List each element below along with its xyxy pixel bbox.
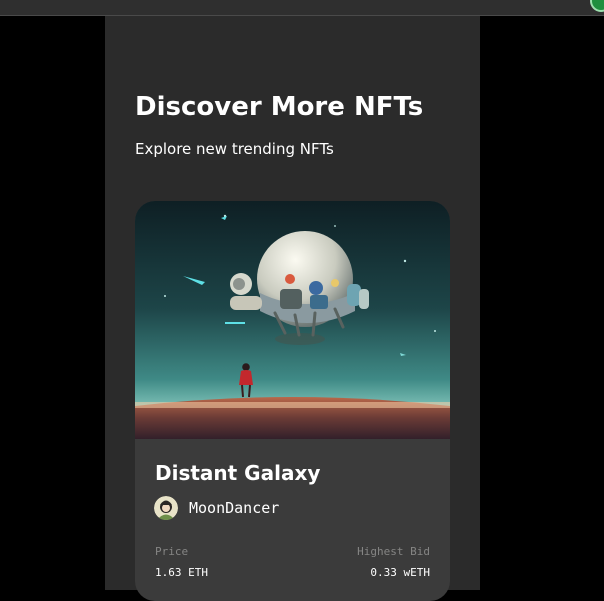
highest-bid-value: 0.33 wETH bbox=[370, 566, 430, 579]
artist-name: MoonDancer bbox=[189, 499, 280, 517]
spaceship-artwork-image bbox=[135, 201, 450, 439]
price-value: 1.63 ETH bbox=[155, 566, 208, 579]
section-subtitle: Explore new trending NFTs bbox=[135, 140, 334, 158]
discover-section: Discover More NFTs Explore new trending … bbox=[105, 16, 480, 601]
price-label: Price bbox=[155, 545, 189, 558]
artist-avatar-icon bbox=[154, 496, 178, 520]
nft-title: Distant Galaxy bbox=[155, 461, 321, 485]
highest-bid-label: Highest Bid bbox=[357, 545, 430, 558]
nft-card[interactable]: Distant Galaxy MoonDancer Price 1.63 ETH… bbox=[135, 201, 450, 601]
browser-top-bar bbox=[0, 0, 604, 16]
section-title: Discover More NFTs bbox=[135, 92, 424, 122]
artist-info[interactable]: MoonDancer bbox=[154, 495, 279, 521]
status-dot-icon bbox=[590, 0, 604, 12]
